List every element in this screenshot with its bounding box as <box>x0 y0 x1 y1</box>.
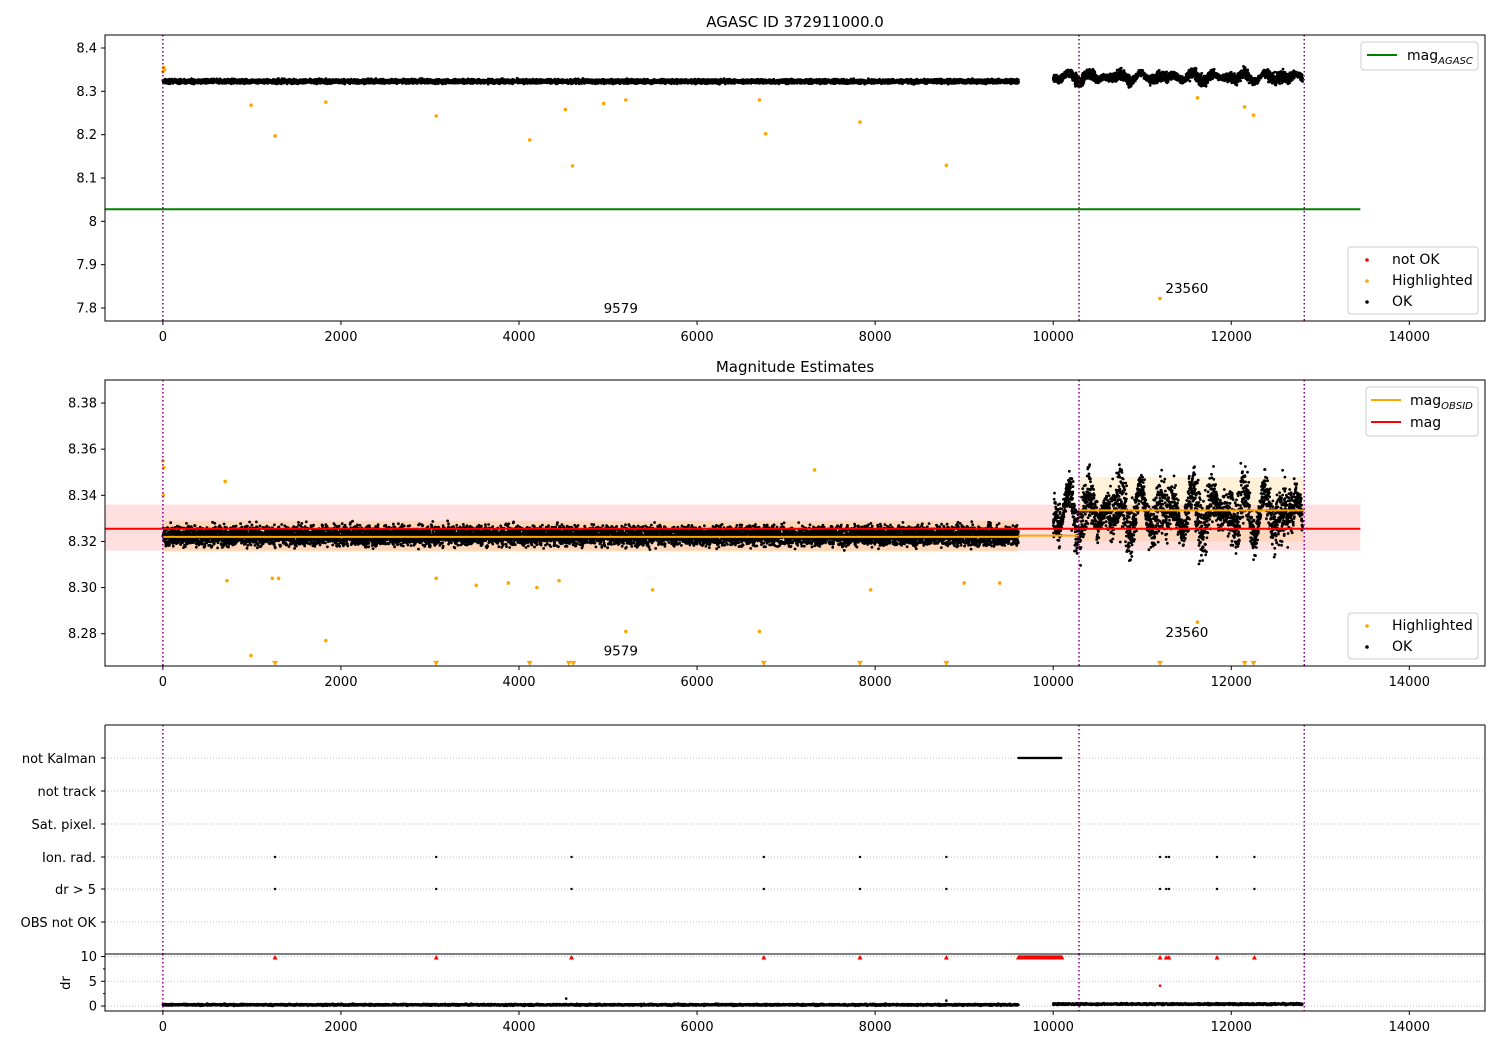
figure: AGASC ID 372911000.0 957923560 0 2000 4000… <box>0 0 1500 1050</box>
panel1-title: AGASC ID 372911000.0 <box>706 13 884 31</box>
